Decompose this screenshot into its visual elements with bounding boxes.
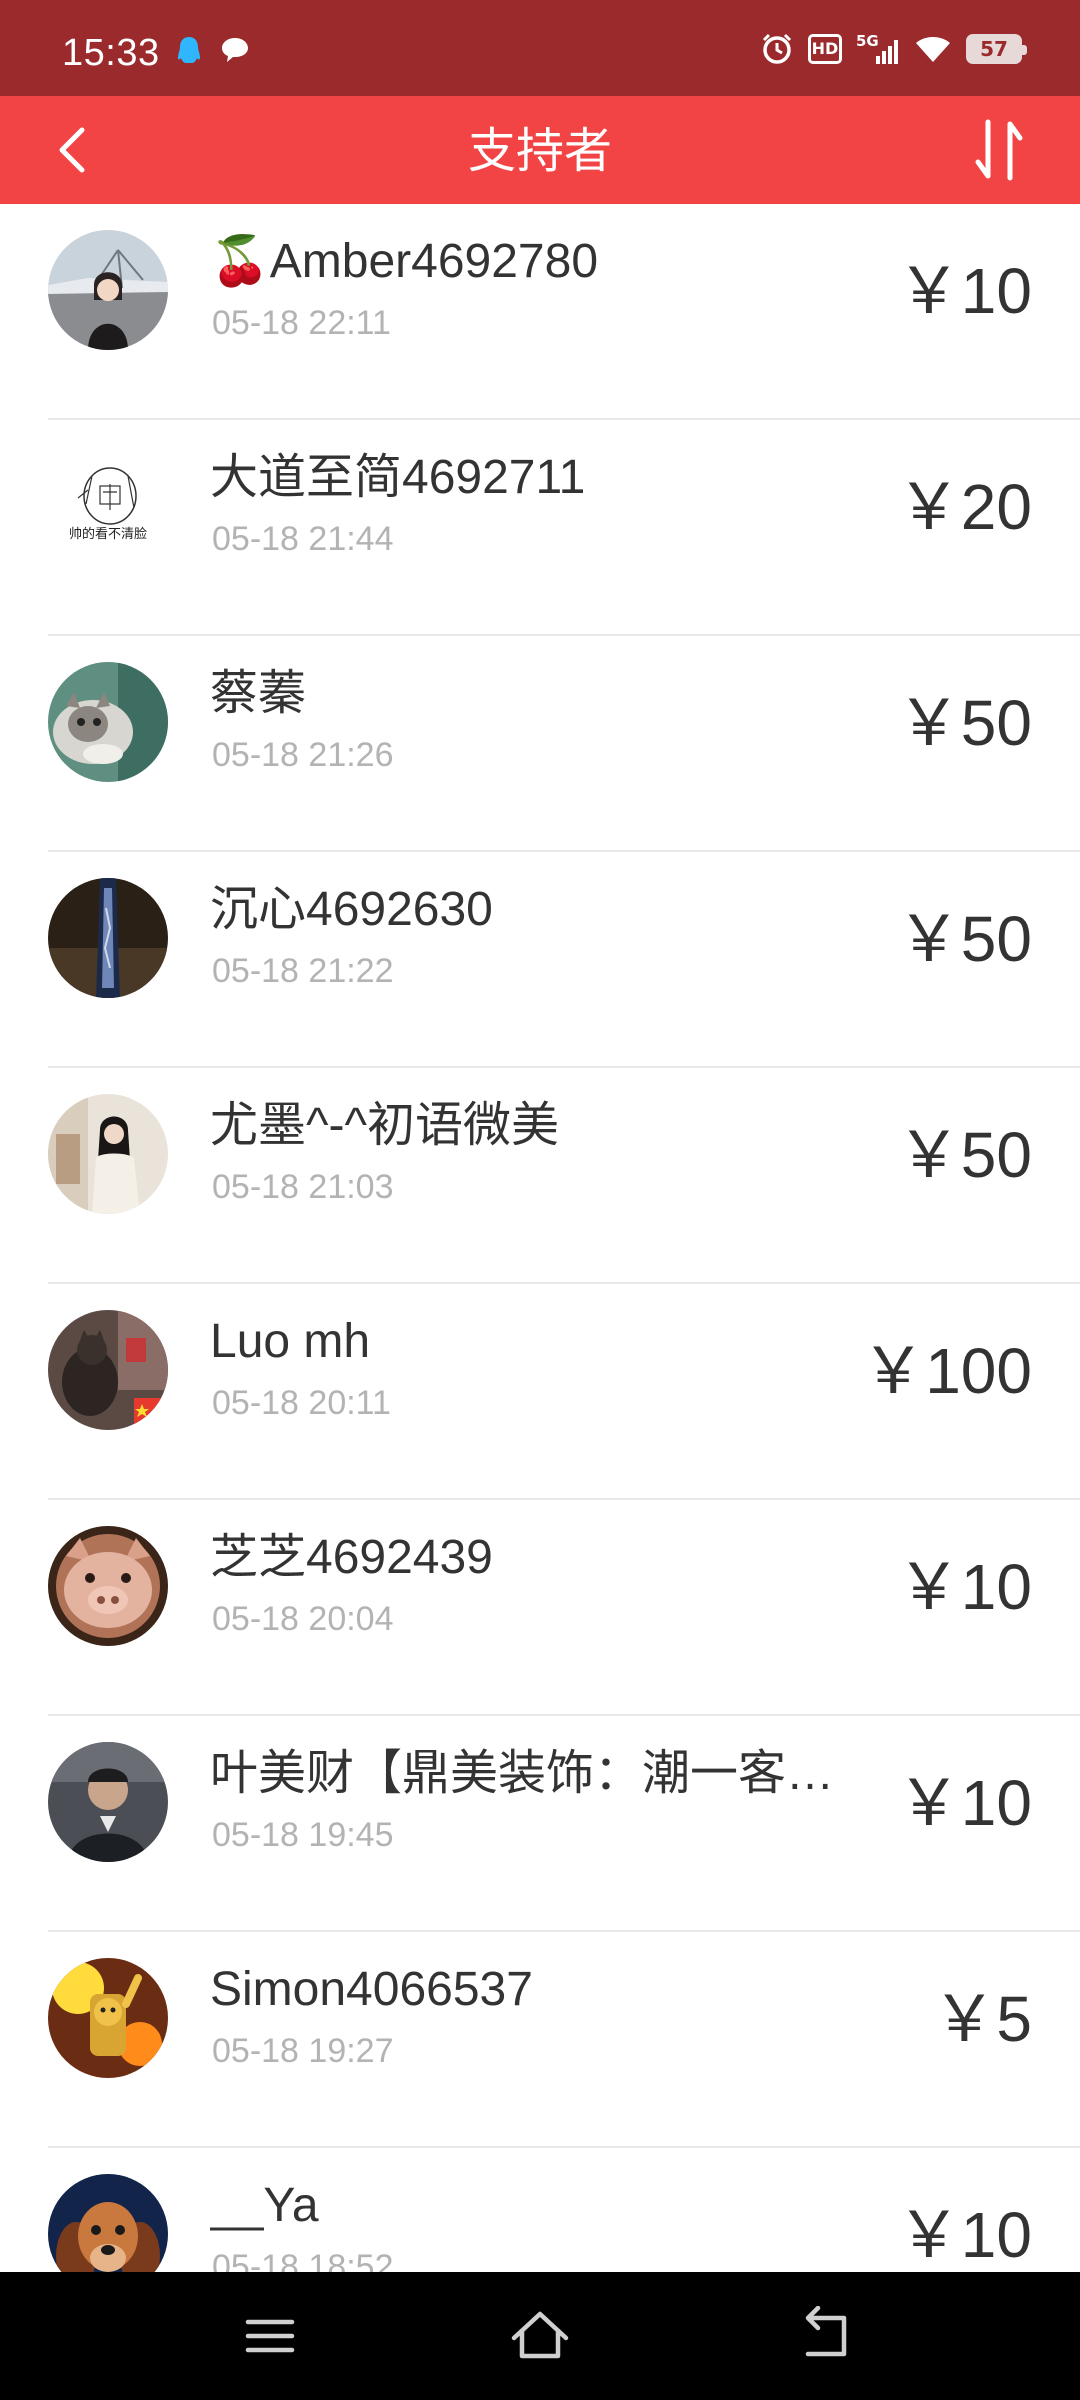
list-item[interactable]: 沉心4692630 05-18 21:22 ￥50 (0, 852, 1080, 1068)
list-item[interactable]: 蔡蓁 05-18 21:26 ￥50 (0, 636, 1080, 852)
list-item[interactable]: 🍒Amber4692780 05-18 22:11 ￥10 (0, 204, 1080, 420)
network-type: 5G (856, 32, 879, 50)
support-amount: ￥50 (896, 903, 1032, 975)
supporter-name: Luo mh (210, 1315, 371, 1368)
supporter-name: __Ya (210, 2179, 319, 2232)
message-icon (222, 38, 248, 62)
supporter-name: 芝芝4692439 (210, 1531, 493, 1584)
system-nav-bar (0, 2272, 1080, 2400)
avatar-logo-text: 帅的看不清脸 (69, 526, 147, 542)
support-amount: ￥20 (896, 471, 1032, 543)
support-time: 05-18 19:45 (212, 1816, 394, 1854)
status-bar: 15:33 HD 5G 57 (0, 0, 1080, 96)
support-time: 05-18 20:11 (212, 1384, 391, 1422)
qq-icon (178, 37, 200, 63)
support-amount: ￥50 (896, 1119, 1032, 1191)
app-header: 支持者 (0, 96, 1080, 204)
avatar (48, 1742, 168, 1862)
page-title: 支持者 (467, 125, 612, 178)
avatar (48, 230, 168, 350)
avatar (48, 1310, 168, 1430)
sort-button[interactable] (962, 112, 1038, 188)
hd-voice-icon: HD (808, 34, 842, 64)
menu-icon[interactable] (238, 2306, 302, 2366)
signal-icon: 5G (856, 32, 898, 64)
avatar (48, 2174, 168, 2272)
support-amount: ￥5 (932, 1983, 1032, 2055)
supporter-name: 蔡蓁 (210, 667, 307, 720)
list-item[interactable]: Simon4066537 05-18 19:27 ￥5 (0, 1932, 1080, 2148)
avatar (48, 878, 168, 998)
avatar: 帅的看不清脸 (48, 446, 168, 566)
supporter-name: Simon4066537 (210, 1963, 533, 2016)
support-time: 05-18 19:27 (212, 2032, 394, 2070)
support-time: 05-18 21:26 (212, 736, 394, 774)
back-icon[interactable] (794, 2306, 858, 2366)
list-item[interactable]: 尤墨^-^初语微美 05-18 21:03 ￥50 (0, 1068, 1080, 1284)
support-amount: ￥10 (896, 2199, 1032, 2271)
list-item[interactable]: 叶美财【鼎美装饰：潮一客… 05-18 19:45 ￥10 (0, 1716, 1080, 1932)
list-item[interactable]: __Ya 05-18 18:52 ￥10 (0, 2148, 1080, 2272)
support-time: 05-18 21:22 (212, 952, 394, 990)
support-time: 05-18 21:03 (212, 1168, 394, 1206)
wifi-icon (916, 37, 950, 62)
support-time: 05-18 21:44 (212, 520, 394, 558)
status-time: 15:33 (62, 32, 160, 74)
battery-icon: 57 (966, 34, 1027, 64)
support-amount: ￥10 (896, 1551, 1032, 1623)
list-item[interactable]: 芝芝4692439 05-18 20:04 ￥10 (0, 1500, 1080, 1716)
support-time: 05-18 20:04 (212, 1600, 394, 1638)
avatar (48, 1958, 168, 2078)
support-amount: ￥10 (896, 1767, 1032, 1839)
supporter-list[interactable]: 🍒Amber4692780 05-18 22:11 ￥10 帅的看不清脸 大道至… (0, 204, 1080, 2272)
supporter-name: 🍒Amber4692780 (210, 235, 599, 288)
supporter-name: 叶美财【鼎美装饰：潮一客… (210, 1747, 835, 1800)
support-amount: ￥50 (896, 687, 1032, 759)
avatar (48, 1526, 168, 1646)
avatar (48, 1094, 168, 1214)
supporter-name: 尤墨^-^初语微美 (210, 1099, 560, 1152)
supporter-name: 大道至简4692711 (210, 451, 586, 504)
avatar (48, 662, 168, 782)
support-amount: ￥100 (861, 1335, 1032, 1407)
support-time: 05-18 22:11 (212, 304, 391, 342)
list-item[interactable]: Luo mh 05-18 20:11 ￥100 (0, 1284, 1080, 1500)
supporter-name: 沉心4692630 (210, 883, 493, 936)
home-icon[interactable] (508, 2306, 572, 2366)
support-time: 05-18 18:52 (212, 2248, 394, 2272)
list-item[interactable]: 帅的看不清脸 大道至简4692711 05-18 21:44 ￥20 (0, 420, 1080, 636)
support-amount: ￥10 (896, 255, 1032, 327)
alarm-icon (762, 33, 792, 64)
